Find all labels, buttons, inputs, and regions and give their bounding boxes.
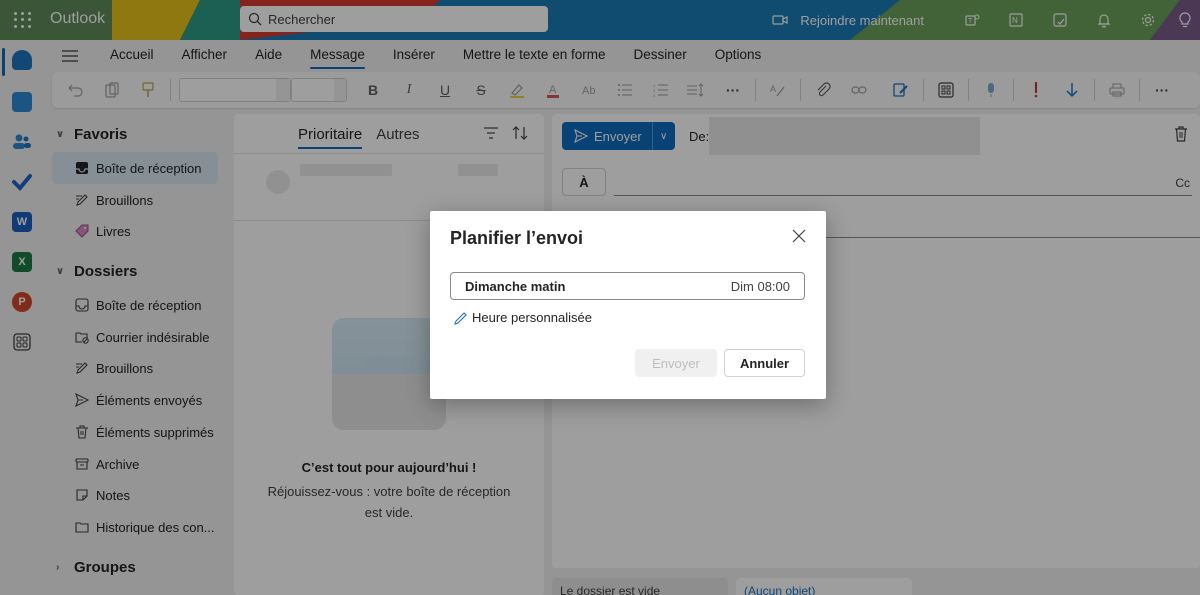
option-name: Dimanche matin xyxy=(465,278,566,294)
option-time: Dim 08:00 xyxy=(730,278,790,294)
close-icon xyxy=(792,229,806,243)
dialog-cancel-button[interactable]: Annuler xyxy=(724,349,805,377)
custom-time-label: Heure personnalisée xyxy=(472,310,592,325)
schedule-send-dialog: Planifier l’envoi Dimanche matin Dim 08:… xyxy=(430,211,826,399)
dialog-title: Planifier l’envoi xyxy=(450,228,584,248)
custom-time-link[interactable]: Heure personnalisée xyxy=(454,310,592,325)
pencil-icon xyxy=(454,311,467,325)
close-button[interactable] xyxy=(792,229,808,245)
schedule-option-sunday-morning[interactable]: Dimanche matin Dim 08:00 xyxy=(450,272,805,300)
dialog-send-button[interactable]: Envoyer xyxy=(635,349,717,377)
